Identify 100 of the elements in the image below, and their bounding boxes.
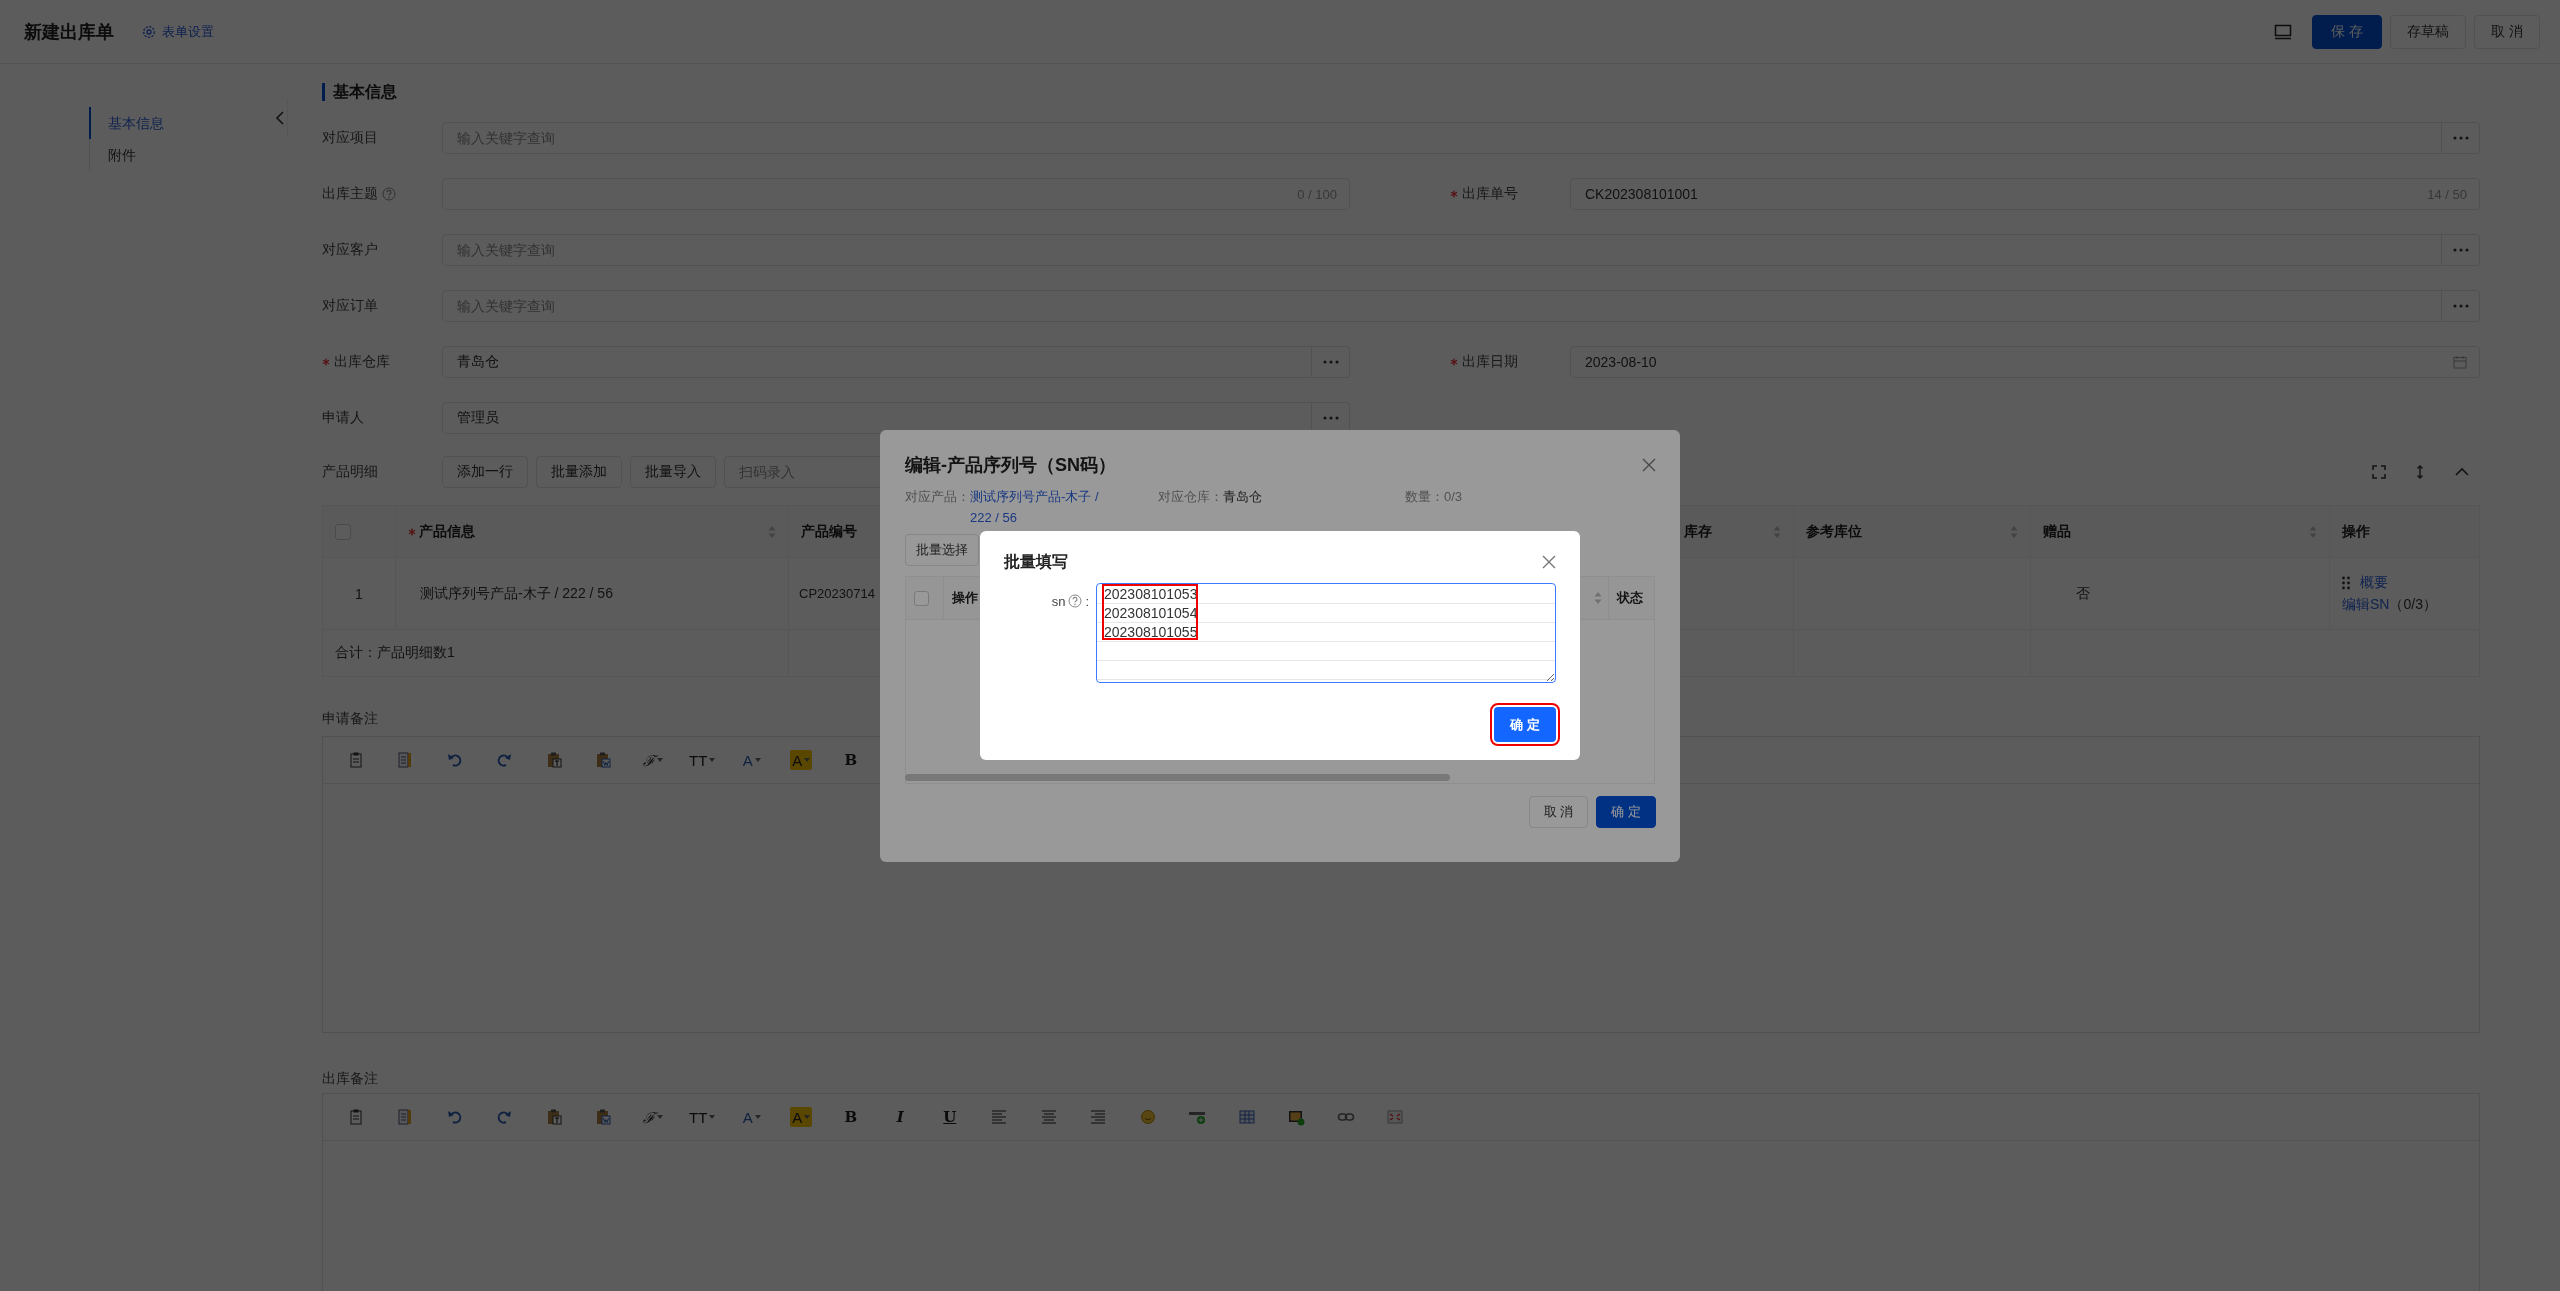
field-label: 对应订单 xyxy=(322,297,378,315)
font-family-button[interactable]: ℱ xyxy=(640,750,665,770)
column-header: 操作 xyxy=(952,589,978,607)
field-label: 出库仓库 xyxy=(334,353,390,371)
monitor-icon[interactable] xyxy=(2274,23,2293,40)
confirm-button[interactable]: 确 定 xyxy=(1596,796,1656,828)
highlight-color-button[interactable]: A xyxy=(790,1107,813,1127)
ellipsis-icon xyxy=(1322,360,1339,364)
label-colon: : xyxy=(1085,593,1089,609)
ellipsis-icon xyxy=(2452,248,2469,252)
ellipsis-icon xyxy=(2452,136,2469,140)
undo-icon[interactable] xyxy=(445,1108,464,1126)
info-text: 数量：0/3 xyxy=(1405,488,1463,506)
info-label: 对应产品： xyxy=(905,488,970,506)
redo-icon[interactable] xyxy=(495,1108,514,1126)
close-icon[interactable] xyxy=(1642,458,1656,472)
more-button[interactable] xyxy=(1312,346,1350,378)
sort-icon[interactable] xyxy=(1594,591,1602,605)
image-icon[interactable] xyxy=(1287,1108,1306,1126)
input-text[interactable]: 青岛仓 xyxy=(455,353,1299,371)
table-cell: 否 xyxy=(2031,558,2330,629)
input-text[interactable]: 管理员 xyxy=(455,409,1299,427)
cancel-button[interactable]: 取 消 xyxy=(2474,14,2540,49)
table-cell: 测试序列号产品-木子 / 222 / 56 xyxy=(396,558,789,629)
action-link[interactable]: 概要 xyxy=(2360,573,2388,592)
more-button[interactable] xyxy=(2442,234,2480,266)
column-header: 产品信息 xyxy=(419,522,475,541)
more-button[interactable] xyxy=(2442,290,2480,322)
input-text[interactable]: CK202308101001 xyxy=(1583,185,2420,203)
underline-button[interactable]: U xyxy=(941,1107,959,1127)
fullscreen-icon[interactable] xyxy=(2372,465,2386,479)
column-header: 产品编号 xyxy=(801,522,857,541)
field-label: 产品明细 xyxy=(322,463,378,481)
undo-icon[interactable] xyxy=(445,751,464,769)
table-cell: 1 xyxy=(323,558,396,629)
column-header: 参考库位 xyxy=(1806,522,1862,541)
table-cell: 合计：产品明细数1 xyxy=(323,630,789,676)
page-title: 新建出库单 xyxy=(24,20,114,44)
sn-textarea[interactable]: 202308101053 202308101054 202308101055 xyxy=(1096,583,1556,683)
field-label: 出库备注 xyxy=(322,1069,378,1088)
align-right-icon[interactable] xyxy=(1089,1108,1108,1126)
highlight-color-button[interactable]: A xyxy=(790,750,813,770)
field-label: 出库日期 xyxy=(1462,353,1518,371)
lookup-field[interactable]: 管理员 xyxy=(442,402,1312,434)
paste-word-icon[interactable] xyxy=(594,751,613,769)
batch-select-button[interactable]: 批量选择 xyxy=(905,534,979,566)
ellipsis-icon xyxy=(1322,416,1339,420)
lookup-field[interactable]: 青岛仓 xyxy=(442,346,1312,378)
required-icon xyxy=(322,358,330,366)
info-label: 对应仓库： xyxy=(1158,489,1223,504)
italic-button[interactable]: I xyxy=(894,1107,906,1127)
cancel-button[interactable]: 取 消 xyxy=(1528,796,1589,828)
font-color-button[interactable]: A xyxy=(740,750,763,770)
font-size-button[interactable]: TT xyxy=(687,1107,718,1127)
dialog-title: 编辑-产品序列号（SN码） xyxy=(905,454,1116,477)
help-icon xyxy=(1068,594,1083,608)
more-button[interactable] xyxy=(2442,122,2480,154)
date-field[interactable]: 2023-08-10 xyxy=(1570,346,2480,378)
nav-item[interactable]: 基本信息 xyxy=(89,107,220,139)
align-center-icon[interactable] xyxy=(1039,1108,1058,1126)
ellipsis-icon xyxy=(2452,304,2469,308)
section-title: 基本信息 xyxy=(322,83,2480,101)
required-icon xyxy=(1450,358,1458,366)
form-settings-link[interactable]: 表单设置 xyxy=(162,22,214,41)
save-draft-button[interactable]: 存草稿 xyxy=(2390,14,2467,49)
toolbar-button[interactable]: 批量导入 xyxy=(630,456,716,488)
required-icon xyxy=(408,527,416,536)
vertical-arrows-icon[interactable] xyxy=(2416,464,2424,480)
smiley-icon[interactable] xyxy=(1138,1108,1157,1126)
toolbar-button[interactable]: 批量添加 xyxy=(536,456,622,488)
bold-button[interactable]: B xyxy=(842,750,860,770)
fullscreen-icon[interactable] xyxy=(1386,1108,1405,1126)
chevron-up-icon[interactable] xyxy=(2454,467,2470,477)
input-text[interactable]: 2023-08-10 xyxy=(1583,353,2445,371)
field-label: 申请人 xyxy=(322,409,364,427)
column-header: 赠品 xyxy=(2043,522,2071,541)
table-icon[interactable] xyxy=(1237,1108,1256,1126)
field-label: 对应客户 xyxy=(322,241,378,259)
paste-word-icon[interactable] xyxy=(594,1108,613,1126)
save-button[interactable]: 保 存 xyxy=(2312,14,2383,49)
help-icon xyxy=(382,187,396,201)
drag-handle-icon[interactable] xyxy=(2342,575,2350,590)
action-link[interactable]: 编辑SN xyxy=(2342,595,2390,614)
nav-item[interactable]: 附件 xyxy=(89,139,220,171)
rich-text-editor[interactable]: ℱ TT A A B I U xyxy=(322,1093,2480,1291)
toolbar-button[interactable]: 添加一行 xyxy=(442,456,528,488)
font-size-button[interactable]: TT xyxy=(687,750,718,770)
bold-button[interactable]: B xyxy=(842,1107,860,1127)
column-header: 操作 xyxy=(2342,522,2370,541)
chevron-left-icon[interactable] xyxy=(273,100,288,136)
count-text: （0/3） xyxy=(2389,595,2437,614)
font-family-button[interactable]: ℱ xyxy=(640,1107,665,1127)
align-left-icon[interactable] xyxy=(990,1108,1009,1126)
product-link[interactable]: 测试序列号产品-木子 / 222 / 56 xyxy=(970,486,1100,528)
close-icon[interactable] xyxy=(1542,555,1556,569)
info-value: 青岛仓 xyxy=(1223,489,1262,504)
redo-icon[interactable] xyxy=(495,751,514,769)
checkbox[interactable] xyxy=(914,590,929,606)
font-color-button[interactable]: A xyxy=(740,1107,763,1127)
field-label: 对应项目 xyxy=(322,129,378,147)
